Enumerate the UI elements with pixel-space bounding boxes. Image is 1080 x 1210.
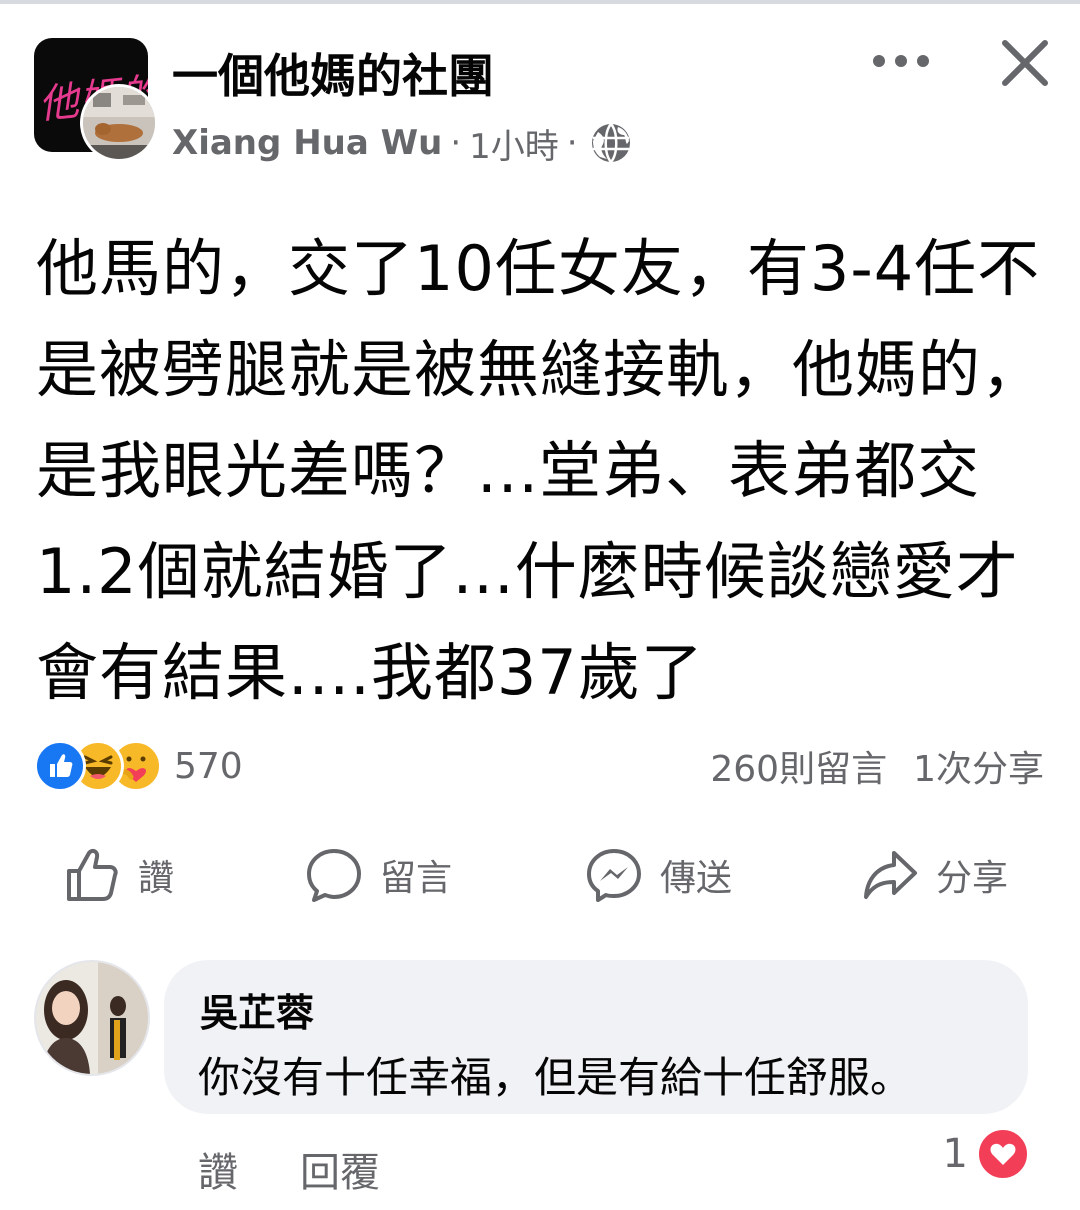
more-icon: [873, 55, 929, 67]
share-count[interactable]: 1次分享: [913, 740, 1044, 792]
engagement-counts: 260則留言 1次分享: [710, 740, 1044, 792]
comment-icon: [307, 849, 361, 902]
like-reaction-icon: [34, 740, 86, 792]
post-time[interactable]: 1小時: [469, 119, 559, 168]
group-name[interactable]: 一個他媽的社團: [172, 40, 494, 106]
comment-button[interactable]: 留言: [306, 840, 452, 910]
thumbs-up-icon: [67, 848, 118, 901]
comment-label: 留言: [380, 858, 453, 899]
post-body-text: 他馬的，交了10任女友，有3-4任不是被劈腿就是被無縫接軌，他媽的，是我眼光差嗎…: [36, 232, 1045, 709]
love-reaction-icon: [976, 1127, 1030, 1181]
post-meta: Xiang Hua Wu · 1小時 ·: [172, 118, 632, 168]
top-divider: [0, 0, 1080, 4]
comment-like-button[interactable]: 讚: [198, 1140, 238, 1198]
more-options-button[interactable]: [868, 36, 934, 86]
author-name[interactable]: Xiang Hua Wu: [172, 123, 442, 163]
meta-separator: ·: [566, 123, 578, 163]
close-icon: [1002, 40, 1048, 86]
send-label: 傳送: [660, 858, 733, 899]
send-button[interactable]: 傳送: [586, 840, 732, 910]
like-button[interactable]: 讚: [64, 840, 174, 910]
close-button[interactable]: [992, 30, 1058, 96]
commenter-photo: [36, 962, 148, 1074]
reactions-summary[interactable]: 570: [34, 740, 243, 792]
share-icon: [864, 851, 917, 899]
author-avatar[interactable]: [80, 84, 158, 162]
meta-separator: ·: [450, 123, 462, 163]
reaction-count: 570: [174, 745, 243, 787]
share-label: 分享: [936, 858, 1009, 899]
comment-reaction-summary[interactable]: 1: [942, 1127, 1030, 1181]
comment-reply-button[interactable]: 回覆: [300, 1140, 380, 1198]
comment-text: 你沒有十任幸福，但是有給十任舒服。: [198, 1053, 913, 1102]
author-photo: [83, 87, 155, 159]
comment-count[interactable]: 260則留言: [710, 740, 887, 792]
commenter-name[interactable]: 吳芷蓉: [200, 982, 314, 1037]
commenter-avatar[interactable]: [34, 960, 150, 1076]
share-button[interactable]: 分享: [862, 840, 1008, 910]
like-label: 讚: [138, 858, 175, 899]
comment-bubble[interactable]: 吳芷蓉 你沒有十任幸福，但是有給十任舒服。: [164, 960, 1028, 1114]
messenger-icon: [587, 849, 641, 902]
comment-reaction-count: 1: [942, 1131, 968, 1177]
globe-icon: [591, 123, 630, 163]
